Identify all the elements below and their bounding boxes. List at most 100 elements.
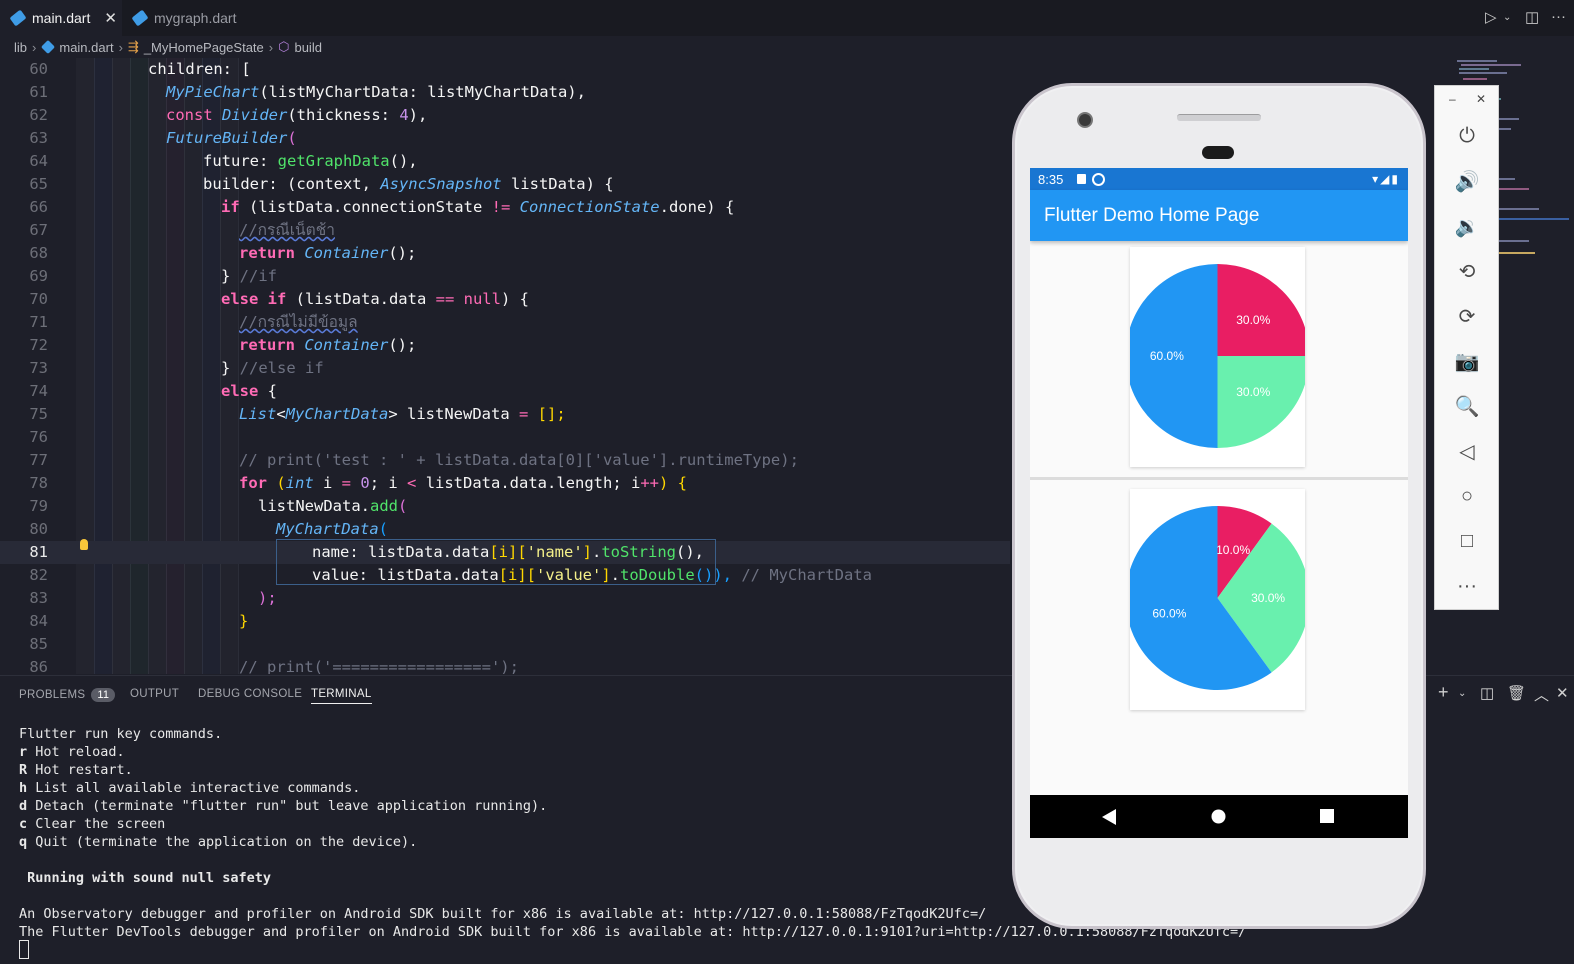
- terminal-line[interactable]: An Observatory debugger and profiler on …: [19, 906, 986, 922]
- sensor: [1202, 146, 1234, 159]
- code-line: 80 MyChartData(: [29, 520, 388, 538]
- zoom-icon[interactable]: 🔍: [1455, 394, 1480, 418]
- app-title: Flutter Demo Home Page: [1044, 204, 1260, 226]
- chevron-up-icon[interactable]: ︿: [1534, 684, 1549, 705]
- code-line: 65 builder: (context, AsyncSnapshot listD…: [29, 175, 614, 193]
- code-line: 72 return Container();: [29, 336, 417, 354]
- divider: [1030, 477, 1408, 480]
- pie-slice-label: 30.0%: [1236, 313, 1270, 327]
- app-bar: Flutter Demo Home Page: [1030, 190, 1408, 241]
- close-icon[interactable]: ✕: [1476, 92, 1486, 106]
- tab-label: mygraph.dart: [154, 10, 237, 26]
- pie-chart-1: 30.0% 30.0% 60.0%: [1125, 264, 1310, 448]
- add-terminal-icon[interactable]: +: [1438, 682, 1449, 703]
- pie-chart-2: 10.0% 30.0% 60.0%: [1125, 506, 1310, 690]
- pie-slice-label: 30.0%: [1236, 385, 1270, 399]
- terminal-line: d Detach (terminate "flutter run" but le…: [19, 798, 548, 814]
- terminal-line: q Quit (terminate the application on the…: [19, 834, 418, 850]
- signal-battery-icon: ▾◢▮: [1372, 172, 1400, 186]
- code-line: 86// print('=================');: [29, 658, 519, 674]
- code-line: 74 else {: [29, 382, 277, 400]
- code-line: 83);: [29, 589, 277, 607]
- split-editor-icon[interactable]: ◫: [1525, 8, 1539, 26]
- code-line: 79 listNewData.add(: [29, 497, 408, 515]
- pie-slice-label: 60.0%: [1152, 607, 1186, 621]
- overview-icon[interactable]: □: [1455, 529, 1479, 553]
- code-line: 73} //else if: [29, 359, 324, 377]
- terminal-line: r Hot reload.: [19, 744, 125, 760]
- minimize-icon[interactable]: –: [1449, 92, 1456, 106]
- status-bar: 8:35 ▾◢▮: [1030, 168, 1408, 190]
- code-line: 78 for (int i = 0; i < listData.data.leng…: [29, 474, 687, 492]
- terminal-line: Running with sound null safety: [19, 870, 271, 886]
- front-camera: [1077, 112, 1093, 128]
- sync-icon: [1092, 172, 1106, 186]
- editor-tab-bar: main.dart ✕ mygraph.dart ▷ ⌄ ◫ ···: [0, 0, 1574, 36]
- code-line: 68 return Container();: [29, 244, 417, 262]
- code-editor[interactable]: 60 children: [ 61 MyPieChart(listMyChartDa…: [0, 58, 1010, 674]
- tab-problems[interactable]: PROBLEMS 11: [19, 688, 116, 702]
- code-line-current: 81 name: listData.data[i]['name'].toStrin…: [0, 541, 1010, 564]
- pie-slice-label: 10.0%: [1216, 543, 1250, 557]
- tab-terminal[interactable]: TERMINAL: [311, 688, 372, 704]
- volume-up-icon[interactable]: 🔊: [1455, 169, 1480, 193]
- code-line: 66 if (listData.connectionState != Connec…: [29, 198, 735, 216]
- back-icon[interactable]: [1102, 809, 1116, 825]
- code-line: 67//กรณีเน็ตช้า: [29, 221, 335, 239]
- run-icon[interactable]: ▷: [1485, 8, 1497, 26]
- close-panel-icon[interactable]: ✕: [1556, 684, 1569, 702]
- code-line: 64 future: getGraphData(),: [29, 152, 418, 170]
- chevron-down-icon[interactable]: ⌄: [1458, 688, 1466, 699]
- method-icon: ⬡: [278, 39, 290, 54]
- emulator-controls: – ✕ ⏻ 🔊 🔉 ⟲ ⟳ 📷 🔍 ◁ ○ □ ···: [1434, 85, 1499, 610]
- phone-screen[interactable]: 8:35 ▾◢▮ Flutter Demo Home Page 30.0% 30.…: [1030, 168, 1408, 838]
- tab-debug-console[interactable]: DEBUG CONSOLE: [198, 688, 302, 700]
- tab-main-dart[interactable]: main.dart ✕: [0, 0, 122, 36]
- lightbulb-icon[interactable]: [80, 539, 88, 550]
- split-terminal-icon[interactable]: ◫: [1480, 684, 1494, 702]
- tab-label: main.dart: [32, 10, 91, 26]
- navigation-bar: [1030, 795, 1408, 838]
- more-icon[interactable]: ···: [1455, 574, 1479, 598]
- chevron-down-icon[interactable]: ⌄: [1503, 12, 1511, 23]
- code-line: 75 List<MyChartData> listNewData = [];: [29, 405, 566, 423]
- terminal-line: R Hot restart.: [19, 762, 133, 778]
- earpiece: [1177, 114, 1261, 121]
- code-line: 82 value: listData.data[i]['value'].toDou…: [29, 566, 872, 584]
- code-line: 61 MyPieChart(listMyChartData: listMyChar…: [29, 83, 586, 101]
- class-icon: ⇶: [127, 39, 139, 54]
- home-icon[interactable]: ○: [1455, 484, 1479, 508]
- tab-mygraph-dart[interactable]: mygraph.dart: [122, 0, 252, 36]
- code-line: 84}: [29, 612, 249, 630]
- status-time: 8:35: [1038, 171, 1064, 187]
- android-emulator: 8:35 ▾◢▮ Flutter Demo Home Page 30.0% 30.…: [1012, 83, 1426, 929]
- terminal-line: h List all available interactive command…: [19, 780, 361, 796]
- code-line: 62 const Divider(thickness: 4),: [29, 106, 428, 124]
- rotate-left-icon[interactable]: ⟲: [1455, 259, 1479, 283]
- code-line: 60 children: [: [29, 60, 251, 78]
- more-icon[interactable]: ···: [1551, 8, 1566, 25]
- pie-chart-card: 10.0% 30.0% 60.0%: [1125, 489, 1310, 710]
- pie-slice-label: 30.0%: [1251, 591, 1285, 605]
- terminal-cursor[interactable]: [19, 940, 29, 959]
- home-icon[interactable]: [1211, 809, 1226, 824]
- rotate-right-icon[interactable]: ⟳: [1455, 304, 1479, 328]
- close-icon[interactable]: ✕: [104, 9, 117, 27]
- pie-chart-card: 30.0% 30.0% 60.0%: [1125, 247, 1310, 467]
- trash-icon[interactable]: 🗑: [1507, 684, 1526, 702]
- tab-output[interactable]: OUTPUT: [130, 688, 179, 700]
- breadcrumb-item[interactable]: lib: [14, 40, 27, 55]
- power-icon[interactable]: ⏻: [1455, 124, 1479, 148]
- code-line: 77// print('test : ' + listData.data[0][…: [29, 451, 799, 469]
- code-line: 63 FutureBuilder(: [29, 129, 297, 147]
- code-line: 69} //if: [29, 267, 278, 285]
- overview-icon[interactable]: [1320, 809, 1334, 823]
- camera-icon[interactable]: 📷: [1455, 349, 1480, 373]
- breadcrumb-item[interactable]: build: [294, 40, 321, 55]
- volume-down-icon[interactable]: 🔉: [1455, 214, 1480, 238]
- dart-file-icon: [9, 9, 27, 27]
- breadcrumb-item[interactable]: _MyHomePageState: [144, 40, 264, 55]
- breadcrumb: lib › main.dart › ⇶ _MyHomePageState › ⬡ bu…: [14, 39, 322, 55]
- breadcrumb-item[interactable]: main.dart: [59, 40, 113, 55]
- back-icon[interactable]: ◁: [1455, 439, 1479, 463]
